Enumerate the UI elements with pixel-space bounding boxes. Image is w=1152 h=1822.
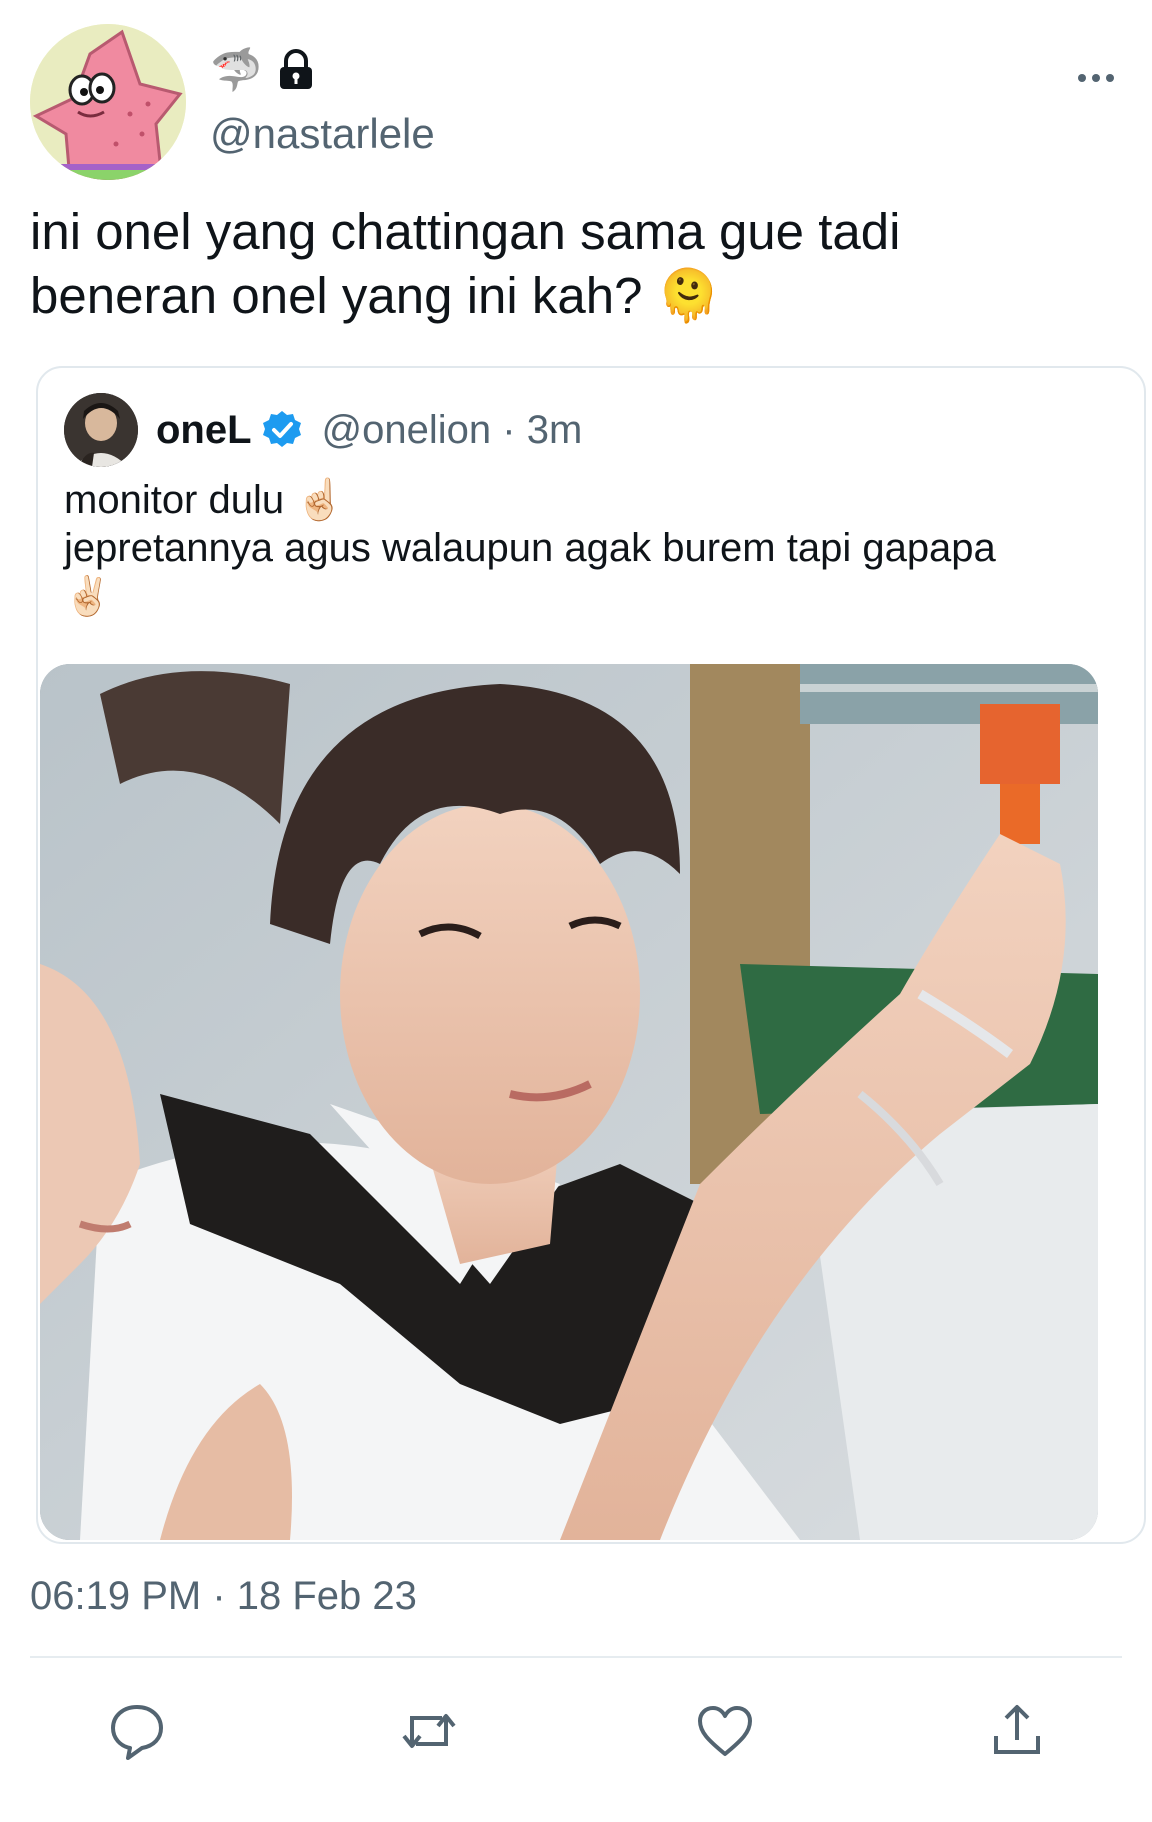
heart-icon xyxy=(694,1700,756,1762)
user-handle[interactable]: @nastarlele xyxy=(210,110,435,158)
quoted-tweet-card[interactable]: oneL @onelion · 3m monitor dulu ☝🏻 jepre… xyxy=(36,366,1146,1544)
quoted-tweet-text-line: jepretannya agus walaupun agak burem tap… xyxy=(64,526,996,570)
quoted-tweet-photo[interactable] xyxy=(40,664,1098,1540)
share-button[interactable] xyxy=(982,1696,1052,1766)
retweet-button[interactable] xyxy=(394,1696,464,1766)
user-name-row: 🦈 xyxy=(210,40,316,100)
tweet-text: ini onel yang chattingan sama gue tadi b… xyxy=(30,200,1122,328)
shark-emoji: 🦈 xyxy=(210,45,263,94)
quoted-tweet-text-line: ✌🏻 xyxy=(64,574,112,618)
tweet-timestamp: 06:19 PM · 18 Feb 23 xyxy=(30,1574,417,1618)
more-options-icon[interactable] xyxy=(1070,68,1122,88)
lock-icon xyxy=(276,49,316,91)
share-icon xyxy=(986,1700,1048,1762)
tweet-header: 🦈 @nastarlele xyxy=(30,24,1122,184)
tweet-text-line: beneran onel yang ini kah? 🫠 xyxy=(30,267,721,324)
quoted-tweet-text: monitor dulu ☝🏻 jepretannya agus walaupu… xyxy=(64,476,1124,620)
quoted-tweet-header: oneL @onelion · 3m xyxy=(64,392,582,468)
tweet-action-bar xyxy=(30,1672,1122,1792)
tweet-text-line: ini onel yang chattingan sama gue tadi xyxy=(30,203,901,260)
quoted-user-avatar[interactable] xyxy=(64,393,138,467)
reply-button[interactable] xyxy=(102,1696,172,1766)
user-avatar[interactable] xyxy=(30,24,186,180)
quoted-tweet-text-line: monitor dulu ☝🏻 xyxy=(64,478,346,522)
quoted-user-handle-time: @onelion · 3m xyxy=(321,407,583,452)
reply-icon xyxy=(106,1700,168,1762)
divider xyxy=(30,1656,1122,1658)
retweet-icon xyxy=(398,1700,460,1762)
like-button[interactable] xyxy=(690,1696,760,1766)
verified-badge-icon xyxy=(262,408,304,452)
quoted-user-name[interactable]: oneL xyxy=(156,408,252,453)
